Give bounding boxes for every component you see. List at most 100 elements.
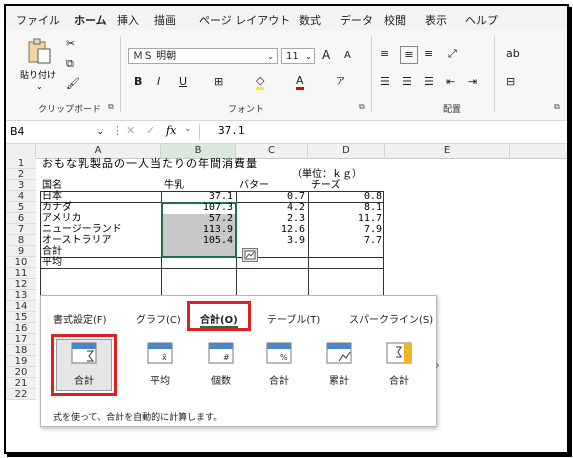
- menu-help[interactable]: ヘルプ: [465, 12, 498, 28]
- row-header[interactable]: 17: [6, 334, 36, 345]
- borders-icon[interactable]: ⊞: [214, 74, 223, 90]
- row-header[interactable]: 3: [6, 180, 36, 191]
- country-cell[interactable]: オーストラリア: [42, 235, 112, 246]
- italic-button[interactable]: I: [157, 74, 160, 90]
- butter-cell[interactable]: 3.9: [238, 235, 305, 246]
- cancel-icon[interactable]: ✕: [126, 124, 135, 137]
- tab-totals[interactable]: 合計(O): [200, 311, 238, 328]
- header-country[interactable]: 国名: [42, 180, 62, 191]
- milk-cell[interactable]: 37.1: [163, 191, 233, 202]
- sheet-title[interactable]: おもな乳製品の一人当たりの年間消費量: [42, 158, 258, 169]
- formula-input[interactable]: 37.1: [218, 124, 245, 137]
- menu-insert[interactable]: 挿入: [117, 12, 139, 28]
- row-header[interactable]: 8: [6, 235, 36, 246]
- row-header[interactable]: 6: [6, 213, 36, 224]
- country-cell[interactable]: ニュージーランド: [42, 224, 122, 235]
- tab-formatting[interactable]: 書式設定(F): [53, 311, 107, 326]
- align-right-icon[interactable]: ☰: [424, 74, 434, 90]
- menu-review[interactable]: 校閲: [384, 12, 406, 28]
- tab-sparklines[interactable]: スパークライン(S): [349, 311, 433, 326]
- wrap-text-icon[interactable]: ab: [506, 46, 520, 62]
- menu-page-layout[interactable]: ページ レイアウト: [199, 12, 290, 28]
- copy-icon[interactable]: ⧉: [66, 56, 74, 72]
- cheese-cell[interactable]: 8.1: [310, 202, 382, 213]
- row-header[interactable]: 18: [6, 345, 36, 356]
- font-launcher-icon[interactable]: ⧉: [359, 102, 365, 112]
- decrease-indent-icon[interactable]: ⇤: [446, 74, 455, 90]
- row-header[interactable]: 4: [6, 191, 36, 202]
- row-header[interactable]: 7: [6, 224, 36, 235]
- menu-draw[interactable]: 描画: [154, 12, 176, 28]
- row-header[interactable]: 20: [6, 367, 36, 378]
- row-header[interactable]: 12: [6, 279, 36, 290]
- column-header-b[interactable]: B: [161, 144, 236, 158]
- align-top-icon[interactable]: ≡: [380, 46, 389, 62]
- font-name-select[interactable]: ＭＳ 明朝 ⌄: [128, 48, 278, 64]
- row-header[interactable]: 11: [6, 268, 36, 279]
- country-cell[interactable]: 日本: [42, 191, 62, 202]
- column-header-a[interactable]: A: [36, 144, 161, 158]
- row-header[interactable]: 21: [6, 378, 36, 389]
- tab-tables[interactable]: テーブル(T): [267, 311, 320, 326]
- align-left-icon[interactable]: ☰: [380, 74, 390, 90]
- row-header[interactable]: 5: [6, 202, 36, 213]
- decrease-font-button[interactable]: A: [344, 48, 351, 64]
- milk-cell[interactable]: 105.4: [163, 235, 233, 246]
- menu-file[interactable]: ファイル: [16, 12, 60, 28]
- fill-color-icon[interactable]: ◇: [256, 74, 265, 90]
- cheese-cell[interactable]: 0.8: [310, 191, 382, 202]
- header-cheese[interactable]: チーズ: [311, 180, 341, 191]
- row-header[interactable]: 2: [6, 169, 36, 180]
- column-header-e[interactable]: E: [385, 144, 510, 158]
- format-painter-icon[interactable]: 🖌: [66, 76, 80, 92]
- unit-label[interactable]: （単位：ｋｇ）: [292, 169, 362, 180]
- font-color-icon[interactable]: A: [296, 74, 304, 90]
- average-label[interactable]: 平均: [42, 257, 62, 268]
- country-cell[interactable]: アメリカ: [42, 213, 82, 224]
- align-bottom-icon[interactable]: ≡: [424, 46, 433, 62]
- cut-icon[interactable]: ✂: [66, 36, 75, 52]
- milk-cell[interactable]: 107.3: [163, 202, 233, 213]
- row-header[interactable]: 22: [6, 389, 36, 400]
- select-all-corner[interactable]: [6, 144, 36, 158]
- row-header[interactable]: 1: [6, 158, 36, 169]
- menu-view[interactable]: 表示: [425, 12, 447, 28]
- butter-cell[interactable]: 12.6: [238, 224, 305, 235]
- phonetic-icon[interactable]: ア: [336, 74, 345, 90]
- increase-indent-icon[interactable]: ⇥: [468, 74, 477, 90]
- country-cell[interactable]: カナダ: [42, 202, 72, 213]
- row-header[interactable]: 15: [6, 312, 36, 323]
- enter-icon[interactable]: ✓: [146, 124, 155, 137]
- cheese-cell[interactable]: 7.7: [310, 235, 382, 246]
- header-butter[interactable]: バター: [239, 180, 269, 191]
- underline-button[interactable]: U: [179, 74, 187, 90]
- orientation-icon[interactable]: ⤢: [448, 46, 457, 62]
- menu-formulas[interactable]: 数式: [299, 12, 321, 28]
- merge-center-icon[interactable]: ⊟: [506, 74, 515, 90]
- row-header[interactable]: 19: [6, 356, 36, 367]
- row-header[interactable]: 13: [6, 290, 36, 301]
- cheese-cell[interactable]: 7.9: [310, 224, 382, 235]
- milk-cell[interactable]: 57.2: [163, 213, 233, 224]
- tab-charts[interactable]: グラフ(C): [136, 311, 181, 326]
- name-box[interactable]: B4 ⌄: [10, 124, 106, 140]
- bold-button[interactable]: B: [134, 74, 142, 90]
- align-middle-icon[interactable]: ≡: [400, 46, 418, 64]
- row-header[interactable]: 16: [6, 323, 36, 334]
- column-header-d[interactable]: D: [308, 144, 385, 158]
- row-header[interactable]: 14: [6, 301, 36, 312]
- increase-font-button[interactable]: A: [322, 47, 330, 63]
- insert-function-button[interactable]: fx: [166, 124, 176, 137]
- scroll-right-icon[interactable]: ›: [435, 358, 440, 372]
- quick-analysis-button[interactable]: [242, 248, 258, 262]
- menu-home[interactable]: ホーム: [74, 12, 107, 32]
- clipboard-launcher-icon[interactable]: ⧉: [108, 102, 114, 112]
- total-label[interactable]: 合計: [42, 246, 62, 257]
- menu-data[interactable]: データ: [340, 12, 373, 28]
- row-header[interactable]: 9: [6, 246, 36, 257]
- column-header-c[interactable]: C: [236, 144, 308, 158]
- alignment-launcher-icon[interactable]: ⧉: [554, 102, 560, 112]
- cheese-cell[interactable]: 11.7: [310, 213, 382, 224]
- butter-cell[interactable]: 4.2: [238, 202, 305, 213]
- paste-button[interactable]: 貼り付け ⌄: [20, 38, 60, 98]
